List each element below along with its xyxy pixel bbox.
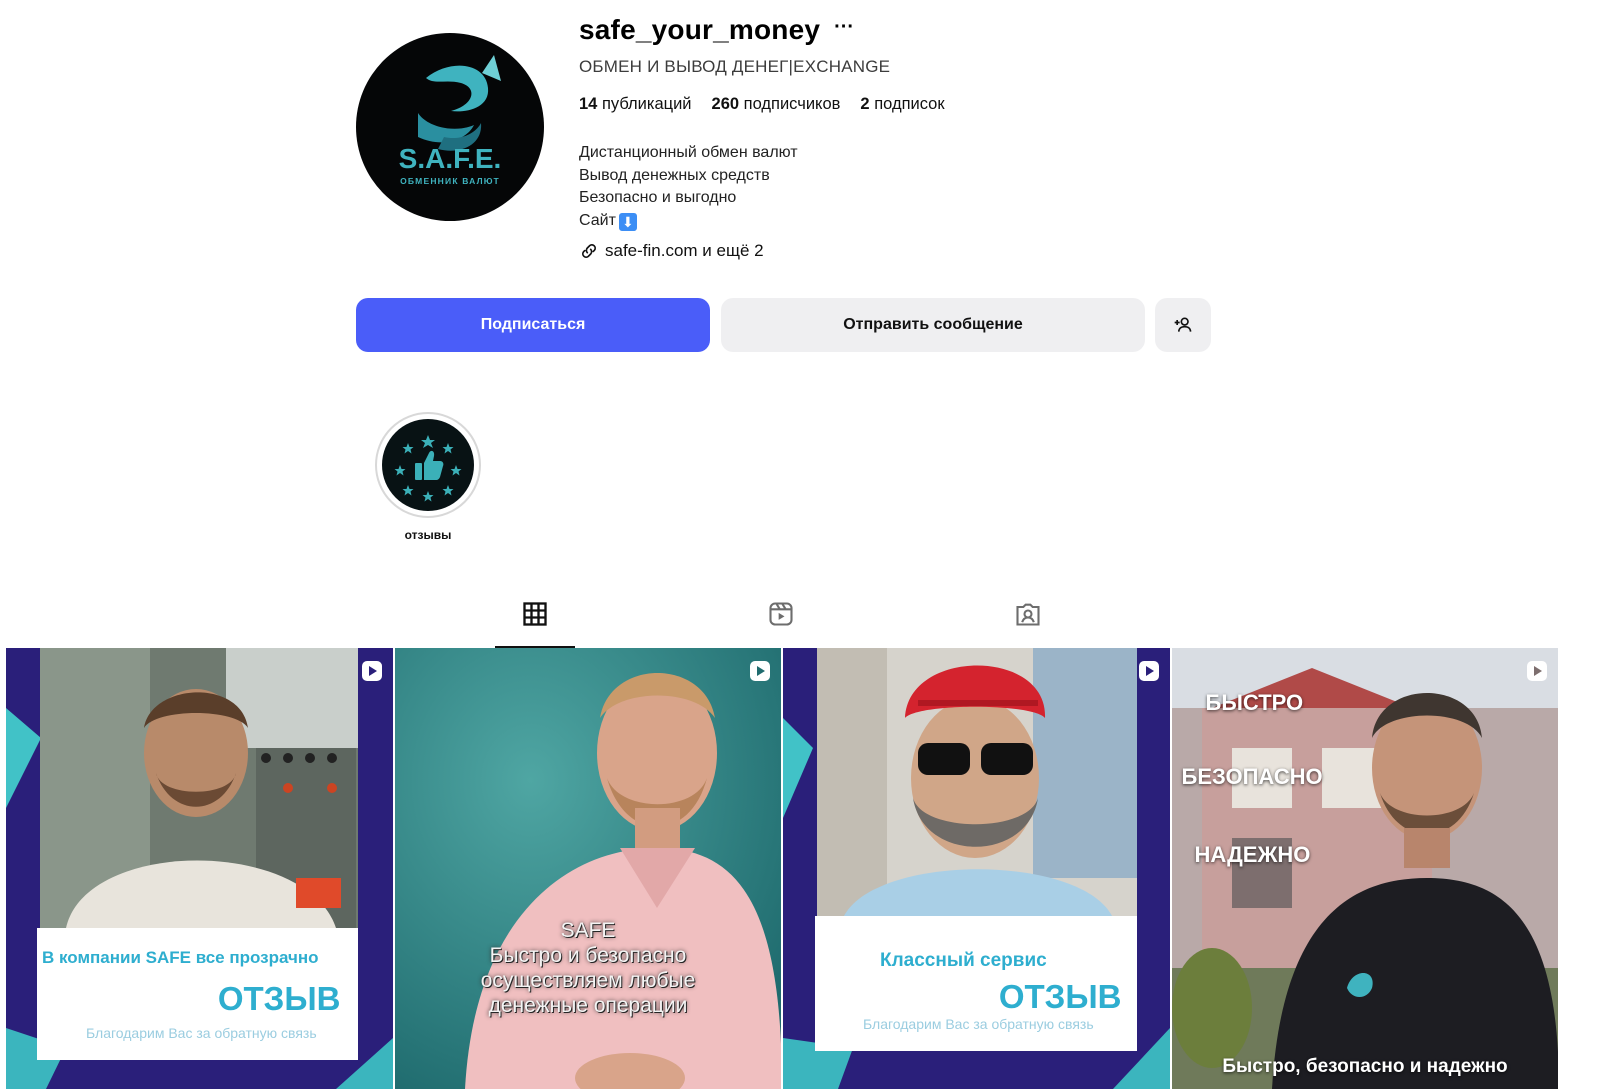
post-overlay-caption: Быстро, безопасно и надежно	[1222, 1056, 1508, 1077]
suggest-accounts-button[interactable]	[1155, 298, 1211, 352]
highlight-ring	[375, 412, 481, 518]
stat-following[interactable]: 2 подписок	[860, 95, 944, 114]
reel-icon	[361, 661, 382, 681]
highlight-cover	[382, 419, 474, 511]
post-title: Классный сервис	[880, 950, 1047, 971]
profile-bio: Дистанционный обмен валют Вывод денежных…	[579, 142, 798, 232]
post-overlay-word: БЕЗОПАСНО	[1181, 764, 1323, 789]
post-tile[interactable]: В компании SAFE все прозрачно ОТЗЫВ Благ…	[6, 648, 393, 1089]
post-overlay-word: БЫСТРО	[1205, 690, 1304, 715]
send-message-button[interactable]: Отправить сообщение	[721, 298, 1145, 352]
more-options-icon[interactable]: ···	[834, 17, 854, 37]
bio-line: Безопасно и выгодно	[579, 189, 737, 206]
highlight-label: отзывы	[404, 528, 452, 542]
reels-icon	[769, 602, 793, 626]
reel-icon	[750, 661, 770, 681]
post-overlay-word: НАДЕЖНО	[1194, 842, 1311, 867]
stat-followers[interactable]: 260 подписчиков	[712, 95, 841, 114]
profile-link[interactable]: safe-fin.com и ещё 2	[579, 241, 764, 261]
reel-icon	[1527, 661, 1547, 681]
reel-icon	[1138, 661, 1159, 681]
post-tile[interactable]: Классный сервис ОТЗЫВ Благодарим Вас за …	[783, 648, 1170, 1089]
bio-line: Дистанционный обмен валют	[579, 144, 798, 161]
post-thumbnail	[394, 648, 781, 1089]
bio-line: Вывод денежных средств	[579, 166, 770, 184]
svg-text:ОБМЕННИК ВАЛЮТ: ОБМЕННИК ВАЛЮТ	[400, 176, 500, 186]
thumbs-up-stars-icon	[394, 435, 462, 502]
posts-grid: В компании SAFE все прозрачно ОТЗЫВ Благ…	[6, 648, 1558, 1089]
post-thanks-text: Благодарим Вас за обратную связь	[863, 1016, 1094, 1032]
grid-icon	[523, 602, 547, 626]
post-title: В компании SAFE все прозрачно	[42, 948, 319, 967]
profile-avatar[interactable]: S.A.F.E. ОБМЕННИК ВАЛЮТ	[356, 33, 544, 221]
tab-reels[interactable]	[741, 600, 821, 648]
link-icon	[582, 244, 596, 258]
follow-button[interactable]: Подписаться	[356, 298, 710, 352]
profile-category: ОБМЕН И ВЫВОД ДЕНЕГ|EXCHANGE	[579, 57, 891, 76]
tab-posts[interactable]	[495, 600, 575, 648]
svg-text:S.A.F.E.: S.A.F.E.	[399, 143, 502, 174]
bio-line: Сайт ⬇	[579, 210, 798, 233]
post-tile[interactable]: БЫСТРО БЕЗОПАСНО НАДЕЖНО Быстро, безопас…	[1171, 648, 1558, 1089]
safe-logo-icon: S.A.F.E. ОБМЕННИК ВАЛЮТ	[399, 55, 502, 186]
tab-tagged[interactable]	[988, 600, 1068, 648]
down-arrow-icon: ⬇	[618, 212, 637, 231]
post-thanks-text: Благодарим Вас за обратную связь	[86, 1025, 317, 1041]
tagged-icon	[1016, 603, 1040, 626]
profile-stats: 14 публикаций 260 подписчиков 2 подписок	[579, 95, 945, 114]
post-review-label: ОТЗЫВ	[217, 980, 341, 1017]
post-overlay-text: SAFE Быстро и безопасно осуществляем люб…	[480, 919, 696, 1017]
story-highlight[interactable]: отзывы	[374, 412, 482, 542]
add-person-icon	[1174, 317, 1192, 332]
profile-username: safe_your_money	[579, 14, 821, 45]
post-tile[interactable]: SAFE Быстро и безопасно осуществляем люб…	[394, 648, 781, 1089]
stat-posts: 14 публикаций	[579, 95, 692, 113]
post-review-label: ОТЗЫВ	[998, 978, 1122, 1015]
